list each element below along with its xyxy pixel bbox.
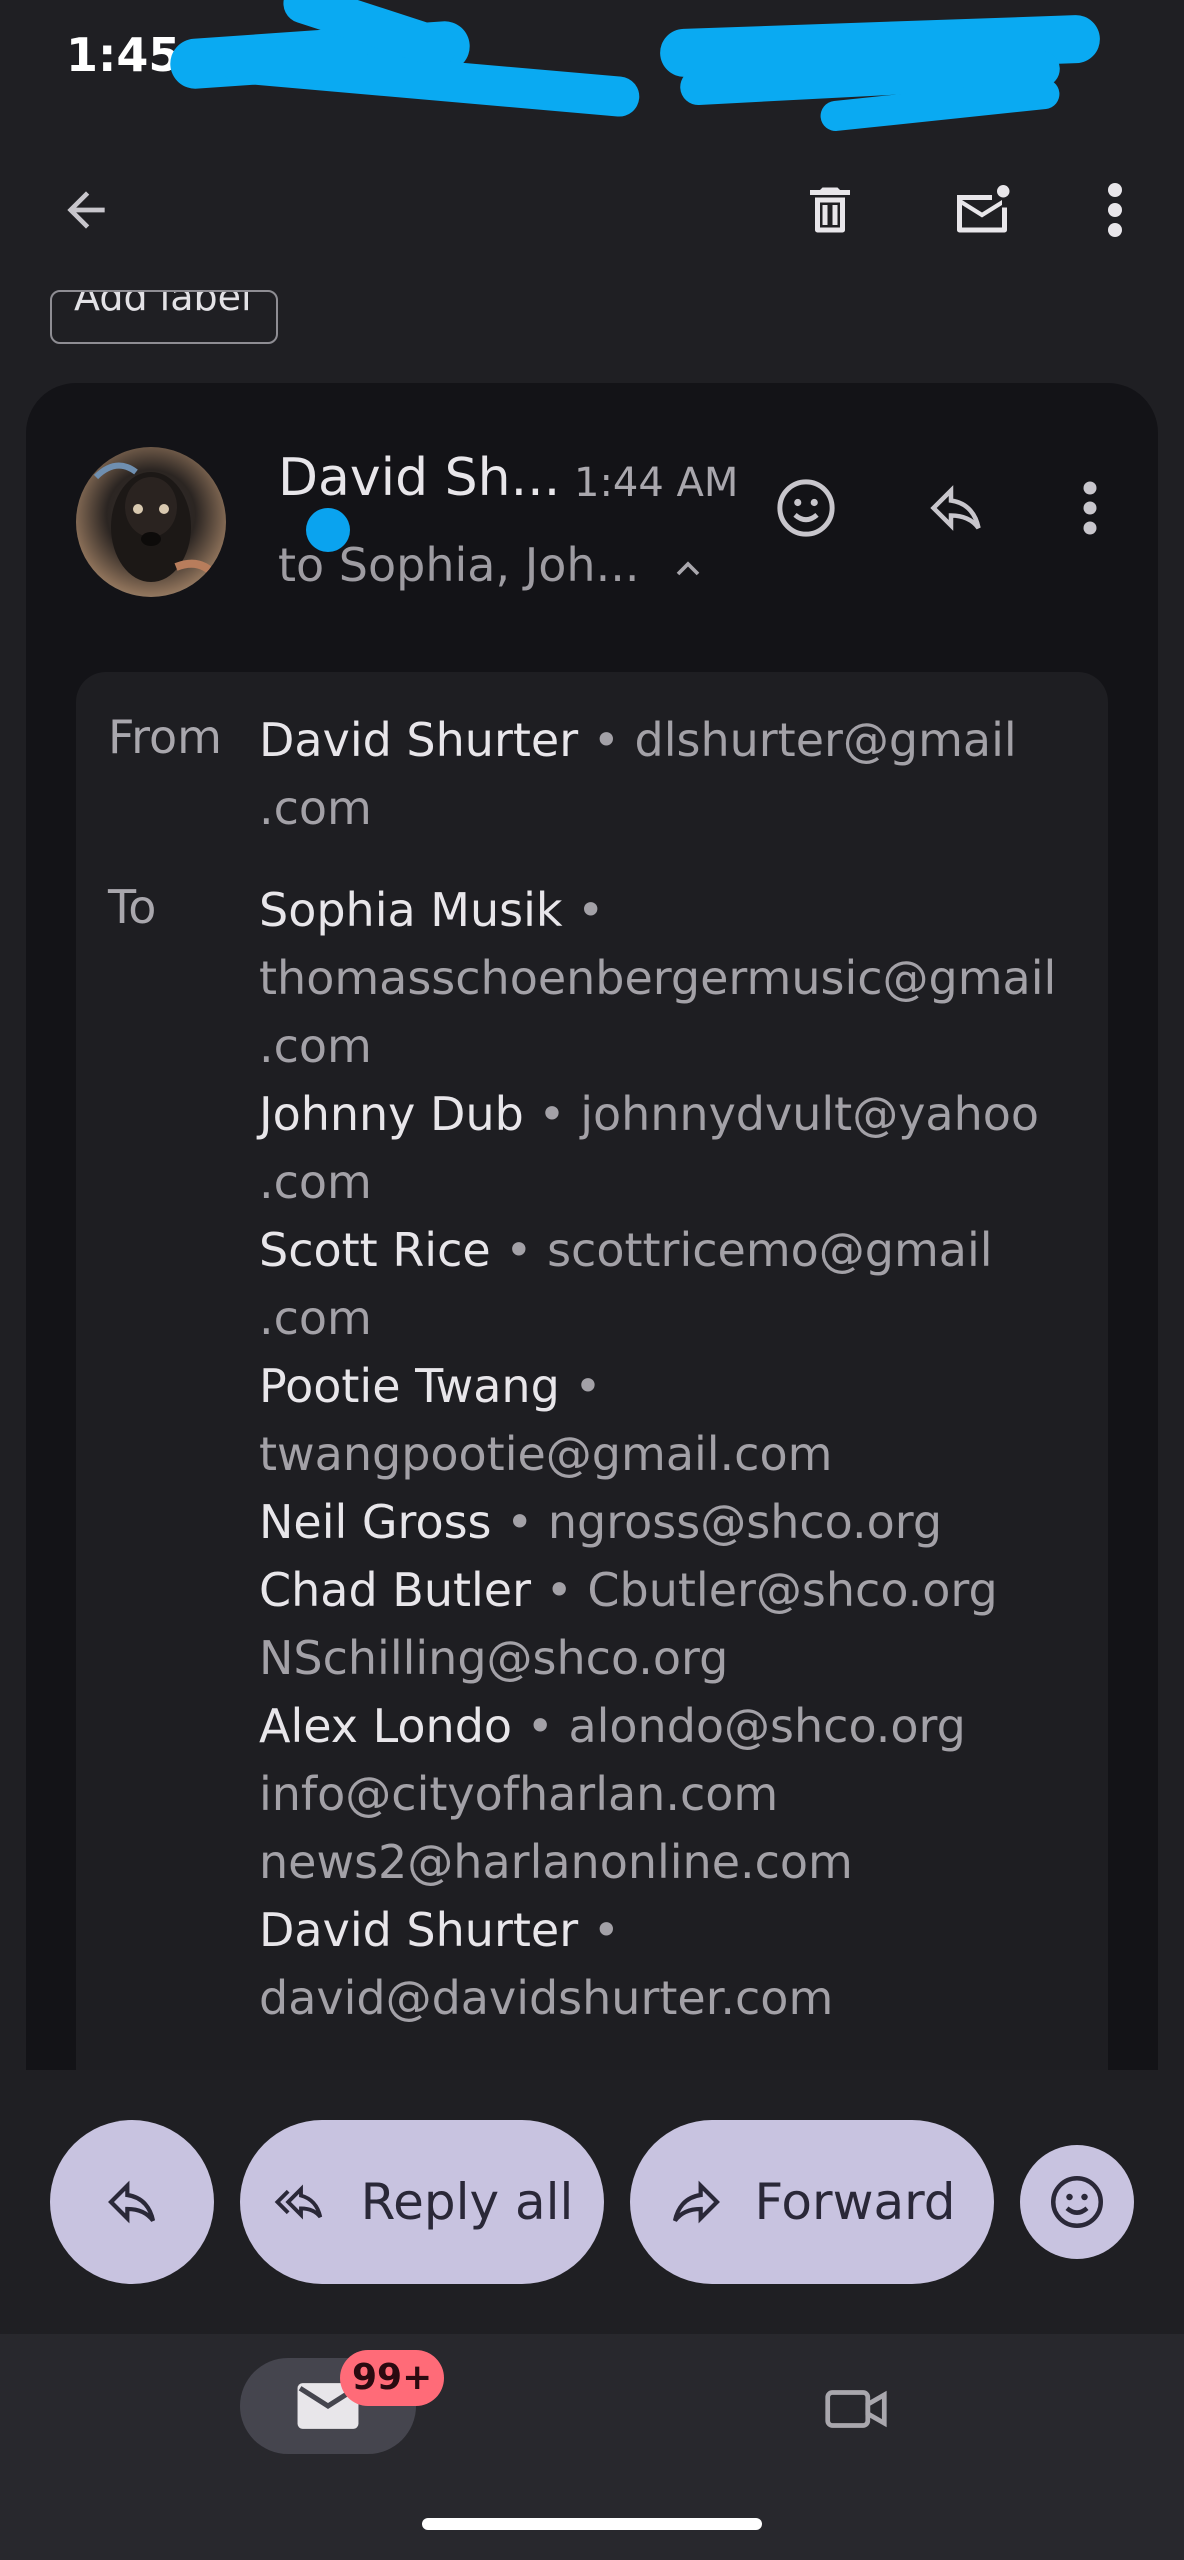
avatar[interactable] [76,447,226,597]
separator: • [592,1903,620,1957]
separator: • [574,1359,602,1413]
from-email[interactable]: dlshurter@gmail [635,713,1017,767]
forward-button[interactable]: Forward [630,2120,994,2284]
separator: • [505,1223,533,1277]
recipient-email[interactable]: NSchilling@shco.org [259,1624,728,1692]
forward-icon [673,2180,721,2224]
reply-icon [930,485,981,531]
from-email-cont: .com [259,781,372,835]
recipient-line: Johnny Dub • johnnydvult@yahoo [259,1080,1039,1148]
recipient-name[interactable]: David Shurter [259,1903,578,1957]
recipient-name[interactable]: Chad Butler [259,1563,531,1617]
sender-name[interactable]: David Sh... [278,448,560,508]
trash-icon [810,187,850,233]
emoji-icon [777,479,835,537]
recipient-email[interactable]: alondo@shco.org [568,1699,965,1753]
recipient-email-cont: .com [259,1019,372,1073]
recipient-name[interactable]: Johnny Dub [259,1087,524,1141]
more-vertical-icon [1083,481,1097,535]
reply-button[interactable] [916,468,996,548]
mark-unread-button[interactable] [940,170,1024,250]
from-line: David Shurter • dlshurter@gmail [259,706,1017,774]
separator: • [538,1087,566,1141]
recipient-email[interactable]: twangpootie@gmail.com [259,1420,832,1488]
sent-time: 1:44 AM [574,460,739,506]
recipient-email-cont: .com [259,1291,372,1345]
recipient-line: Alex Londo • alondo@shco.org [259,1692,966,1760]
status-bar: 1:45 [0,0,1184,133]
back-button[interactable] [46,170,126,250]
mail-unread-icon [957,185,1010,233]
recipient-line: Sophia Musik • [259,876,604,944]
unread-count-badge: 99+ [340,2350,445,2406]
recipient-email[interactable]: johnnydvult@yahoo [580,1087,1039,1141]
unread-dot [306,508,350,552]
recipient-email[interactable]: info@cityofharlan.com [259,1760,778,1828]
separator: • [545,1563,573,1617]
recipient-name[interactable]: Pootie Twang [259,1359,560,1413]
reply-all-label: Reply all [360,2173,574,2231]
recipient-email[interactable]: news2@harlanonline.com [259,1828,853,1896]
reply-all-icon [274,2184,322,2220]
status-clock: 1:45 [66,28,181,82]
recipient-name[interactable]: Neil Gross [259,1495,492,1549]
top-app-bar [0,150,1184,280]
recipient-line: Pootie Twang • [259,1352,602,1420]
recipient-name[interactable]: Alex Londo [259,1699,512,1753]
recipient-line: David Shurter • [259,1896,620,1964]
from-label: From [108,710,222,764]
reply-icon [108,2180,156,2224]
add-label-text: Add label [74,290,252,319]
video-camera-icon [825,2390,887,2428]
more-vertical-icon [1108,183,1122,237]
recipient-line: Scott Rice • scottricemo@gmail [259,1216,993,1284]
add-reaction-button[interactable] [766,468,846,548]
reply-all-button[interactable]: Reply all [240,2120,604,2284]
message-more-button[interactable] [1060,468,1120,548]
from-name[interactable]: David Shurter [259,713,578,767]
to-label: To [108,880,157,934]
recipient-email-cont: .com [259,1155,372,1209]
delete-button[interactable] [790,170,870,250]
forward-label: Forward [754,2173,956,2231]
recipient-email[interactable]: scottricemo@gmail [547,1223,992,1277]
separator: • [506,1495,534,1549]
arrow-left-icon [67,191,105,229]
recipient-email[interactable]: Cbutler@shco.org [587,1563,997,1617]
separator: • [526,1699,554,1753]
recipient-line: Neil Gross • ngross@shco.org [259,1488,942,1556]
separator: • [577,883,605,937]
recipient-email[interactable]: david@davidshurter.com [259,1964,833,2032]
recipient-name[interactable]: Scott Rice [259,1223,491,1277]
recipient-email[interactable]: thomasschoenbergermusic@gmail [259,944,1056,1012]
add-label-chip[interactable]: Add label [50,290,278,344]
recipient-line: Chad Butler • Cbutler@shco.org [259,1556,998,1624]
recipient-email[interactable]: ngross@shco.org [548,1495,942,1549]
separator: • [592,713,620,767]
home-indicator[interactable] [422,2518,762,2530]
recipient-name[interactable]: Sophia Musik [259,883,563,937]
dog-photo-icon [93,462,220,582]
reply-pill-button[interactable] [50,2120,214,2284]
react-button[interactable] [1020,2145,1134,2259]
nav-meet-tab[interactable] [806,2364,906,2454]
emoji-icon [1051,2176,1103,2228]
more-options-button[interactable] [1080,170,1150,250]
chevron-up-icon [676,560,700,575]
